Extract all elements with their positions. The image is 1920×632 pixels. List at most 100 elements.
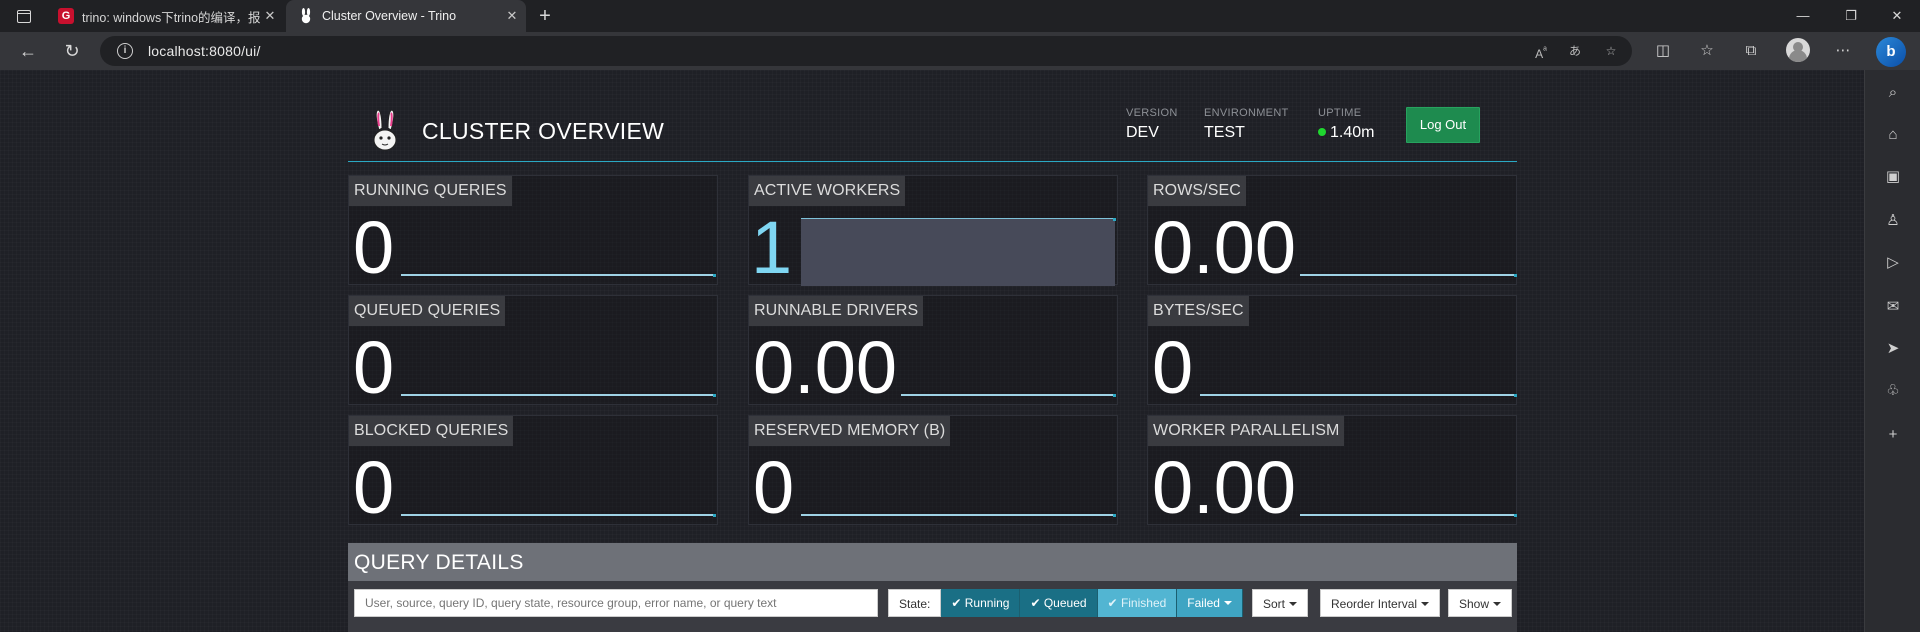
chevron-down-icon [1289, 602, 1298, 606]
metric-card-active-workers[interactable]: ACTIVE WORKERS 1 [748, 175, 1118, 289]
state-filter-label: Running [964, 596, 1010, 610]
state-filter-running[interactable]: ✔ Running [941, 589, 1021, 617]
profile-avatar[interactable] [1786, 38, 1810, 62]
metric-label: QUEUED QUERIES [349, 296, 506, 326]
environment-label: ENVIRONMENT [1204, 107, 1289, 119]
copilot-icon[interactable]: b [1876, 37, 1906, 67]
outlook-icon[interactable]: ✉ [1881, 296, 1905, 318]
query-details-title: QUERY DETAILS [354, 551, 524, 574]
tab-title: Cluster Overview - Trino [322, 9, 457, 23]
close-window-icon[interactable]: ✕ [1874, 0, 1920, 32]
page-title: CLUSTER OVERVIEW [422, 118, 665, 144]
query-search-input[interactable] [354, 589, 878, 617]
address-bar[interactable]: i localhost:8080/ui/ Aᵃ あ ☆ [100, 36, 1632, 66]
metric-value: 0 [353, 446, 395, 529]
trino-page: CLUSTER OVERVIEW VERSION DEV ENVIRONMENT… [0, 70, 1864, 632]
search-icon[interactable]: ⌕ [1881, 82, 1905, 104]
close-tab-icon[interactable]: ✕ [504, 8, 520, 24]
metric-value: 0 [353, 326, 395, 409]
metric-value: 0 [1152, 326, 1194, 409]
refresh-icon[interactable]: ↻ [58, 38, 86, 64]
add-icon[interactable]: + [1881, 424, 1905, 446]
environment-info: ENVIRONMENT TEST [1204, 107, 1289, 142]
metric-value: 1 [751, 206, 793, 289]
back-icon[interactable]: ← [14, 38, 42, 64]
sort-dropdown[interactable]: Sort [1252, 589, 1309, 617]
metric-card-blocked-queries[interactable]: BLOCKED QUERIES 0 [348, 415, 718, 529]
metric-label: RUNNING QUERIES [349, 176, 512, 206]
query-details-header: QUERY DETAILS [348, 543, 1517, 581]
query-filter-bar: State: ✔ Running ✔ Queued ✔ Finished Fai… [348, 581, 1517, 632]
cluster-header: CLUSTER OVERVIEW VERSION DEV ENVIRONMENT… [348, 70, 1517, 162]
metric-value: 0.00 [1152, 446, 1297, 529]
tab-title: trino: windows下trino的编译，报 [82, 10, 261, 25]
sparkline-end-marker [713, 514, 716, 517]
metric-value: 0 [753, 446, 795, 529]
sparkline [1200, 394, 1516, 396]
metric-card-running-queries[interactable]: RUNNING QUERIES 0 [348, 175, 718, 289]
close-tab-icon[interactable]: ✕ [262, 8, 278, 24]
chevron-down-icon [1493, 602, 1502, 606]
metric-card-rows-per-sec[interactable]: ROWS/SEC 0.00 [1147, 175, 1517, 286]
metric-label: BLOCKED QUERIES [349, 416, 514, 446]
sparkline [901, 394, 1115, 396]
metric-label: ROWS/SEC [1148, 176, 1246, 206]
minimize-icon[interactable]: — [1780, 0, 1826, 32]
sparkline-end-marker [1113, 394, 1116, 397]
metric-value: 0.00 [753, 326, 898, 409]
favorites-icon[interactable]: ☆ [1694, 38, 1720, 64]
play-icon[interactable]: ▷ [1881, 252, 1905, 274]
chevron-down-icon [1223, 601, 1232, 605]
reorder-interval-dropdown[interactable]: Reorder Interval [1320, 589, 1441, 617]
uptime-label: UPTIME [1318, 107, 1362, 119]
more-options-icon[interactable]: ⋯ [1830, 38, 1856, 64]
toolbox-icon[interactable]: ▣ [1881, 166, 1905, 188]
logout-button[interactable]: Log Out [1406, 107, 1480, 143]
state-filter-queued[interactable]: ✔ Queued [1020, 589, 1098, 617]
browser-tab-cluster-overview[interactable]: Cluster Overview - Trino ✕ [286, 0, 526, 32]
sparkline-end-marker [1113, 514, 1116, 517]
sparkline-end-marker [1113, 218, 1116, 221]
url-text: localhost:8080/ui/ [148, 43, 261, 59]
sparkline-end-marker [1514, 274, 1517, 277]
trino-favicon-icon [298, 8, 314, 24]
sparkline [1300, 514, 1516, 516]
metric-card-runnable-drivers[interactable]: RUNNABLE DRIVERS 0.00 [748, 295, 1118, 409]
metric-label: BYTES/SEC [1148, 296, 1249, 326]
new-tab-icon[interactable]: + [532, 3, 558, 29]
send-icon[interactable]: ➤ [1881, 338, 1905, 360]
site-info-icon[interactable]: i [117, 43, 133, 59]
collections-icon[interactable]: ⧉ [1738, 38, 1764, 64]
games-icon[interactable]: ♙ [1881, 210, 1905, 232]
browser-tab-trino-compile[interactable]: G trino: windows下trino的编译，报 ✕ [48, 0, 284, 32]
metric-label: RESERVED MEMORY (B) [749, 416, 951, 446]
state-label: State: [888, 589, 942, 617]
sparkline [401, 394, 715, 396]
restore-icon[interactable]: ❐ [1828, 0, 1874, 32]
browser-tab-bar: G trino: windows下trino的编译，报 ✕ Cluster Ov… [0, 0, 1920, 32]
show-label: Show [1459, 597, 1490, 611]
version-label: VERSION [1126, 107, 1178, 119]
tab-actions-icon[interactable] [12, 7, 36, 25]
metric-card-worker-parallelism[interactable]: WORKER PARALLELISM 0.00 [1147, 415, 1517, 529]
split-screen-icon[interactable]: ◫ [1650, 38, 1676, 64]
metric-card-reserved-memory[interactable]: RESERVED MEMORY (B) 0 [748, 415, 1118, 529]
sparkline-end-marker [1514, 514, 1517, 517]
show-dropdown[interactable]: Show [1448, 589, 1513, 617]
edge-sidebar: ⌕ ⌂ ▣ ♙ ▷ ✉ ➤ ♧ + [1864, 70, 1920, 632]
sparkline-end-marker [1514, 394, 1517, 397]
metric-card-bytes-per-sec[interactable]: BYTES/SEC 0 [1147, 295, 1517, 409]
metric-card-queued-queries[interactable]: QUEUED QUERIES 0 [348, 295, 718, 409]
tag-icon[interactable]: ⌂ [1881, 124, 1905, 146]
state-filter-failed[interactable]: Failed [1177, 589, 1243, 617]
read-aloud-icon[interactable]: Aᵃ [1530, 42, 1552, 61]
status-dot-icon [1318, 128, 1326, 136]
tree-icon[interactable]: ♧ [1881, 380, 1905, 402]
metric-value: 0 [353, 206, 395, 289]
uptime-info: UPTIME 1.40m [1318, 107, 1374, 142]
state-filter-finished[interactable]: ✔ Finished [1097, 589, 1178, 617]
translate-icon[interactable]: あ [1564, 42, 1586, 60]
favorite-add-icon[interactable]: ☆ [1600, 42, 1622, 60]
sparkline-fill [801, 218, 1115, 286]
sparkline [801, 514, 1115, 516]
